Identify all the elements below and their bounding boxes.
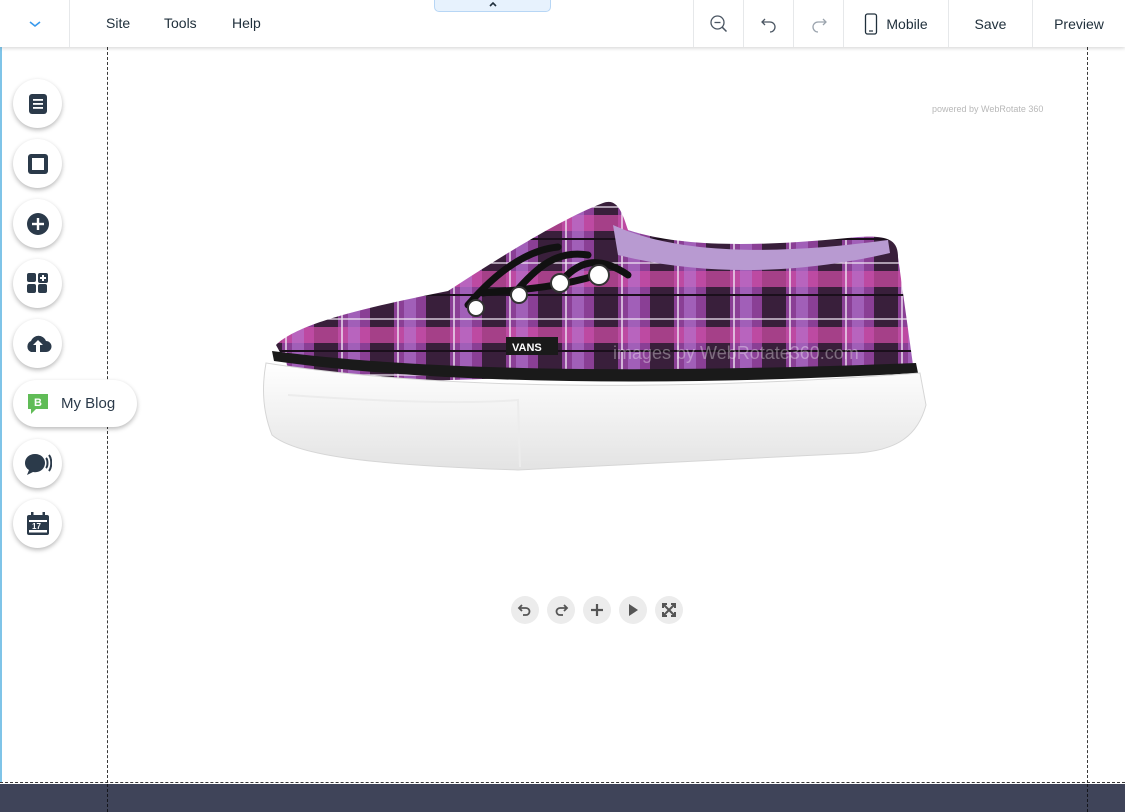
redo-icon bbox=[811, 18, 827, 33]
rotate-right-icon bbox=[555, 604, 569, 616]
upload-cloud-icon bbox=[26, 335, 51, 352]
save-button[interactable]: Save bbox=[948, 0, 1032, 47]
calendar-icon: 17 bbox=[26, 511, 49, 535]
undo-button[interactable] bbox=[743, 0, 793, 47]
chevron-up-icon bbox=[488, 1, 497, 7]
pages-button[interactable] bbox=[13, 79, 62, 128]
preview-button[interactable]: Preview bbox=[1032, 0, 1125, 47]
watermark-text: images by WebRotate360.com bbox=[613, 343, 859, 363]
add-apps-button[interactable] bbox=[13, 259, 62, 308]
footer-section bbox=[0, 784, 1125, 812]
rotate-left-icon bbox=[517, 604, 531, 616]
redo-button[interactable] bbox=[793, 0, 843, 47]
blog-badge-letter: B bbox=[34, 397, 42, 409]
chat-button[interactable] bbox=[13, 439, 62, 488]
zoom-in-icon bbox=[591, 604, 603, 616]
menu-toggle-button[interactable] bbox=[0, 0, 70, 47]
play-icon bbox=[629, 604, 638, 616]
fullscreen-icon bbox=[662, 603, 676, 617]
pages-icon bbox=[28, 93, 47, 114]
rotate-left-button[interactable] bbox=[511, 596, 539, 624]
zoom-in-button[interactable] bbox=[583, 596, 611, 624]
add-apps-icon bbox=[26, 272, 48, 293]
rotate-right-button[interactable] bbox=[547, 596, 575, 624]
editor-top-bar: Site Tools Help Mobile Save Preview bbox=[0, 0, 1125, 47]
svg-text:17: 17 bbox=[32, 522, 41, 531]
zoom-out-button[interactable] bbox=[693, 0, 743, 47]
collapse-topbar-tab[interactable] bbox=[434, 0, 551, 12]
brand-tag: VANS bbox=[512, 342, 542, 354]
right-gridline bbox=[1087, 47, 1088, 783]
product-360-image[interactable]: VANS images by WebRotate360.com bbox=[258, 195, 928, 480]
background-icon bbox=[27, 153, 48, 174]
shoe-illustration: VANS images by WebRotate360.com bbox=[263, 201, 927, 471]
background-button[interactable] bbox=[13, 139, 62, 188]
menu-site[interactable]: Site bbox=[106, 0, 130, 47]
menu-help[interactable]: Help bbox=[232, 0, 261, 47]
add-button[interactable] bbox=[13, 199, 62, 248]
menu-tools[interactable]: Tools bbox=[164, 0, 197, 47]
footer-gridline bbox=[0, 782, 1125, 783]
blog-icon: B bbox=[25, 391, 51, 417]
fullscreen-button[interactable] bbox=[655, 596, 683, 624]
powered-by-text: powered by WebRotate 360 bbox=[932, 104, 1044, 114]
play-button[interactable] bbox=[619, 596, 647, 624]
upload-button[interactable] bbox=[13, 319, 62, 368]
mobile-phone-icon bbox=[865, 12, 878, 35]
mobile-label: Mobile bbox=[886, 15, 928, 32]
mobile-switch-button[interactable]: Mobile bbox=[843, 0, 948, 47]
chat-icon bbox=[24, 453, 52, 475]
my-blog-button[interactable]: B My Blog bbox=[13, 380, 137, 427]
chevron-down-icon bbox=[29, 20, 40, 27]
canvas-left-edge bbox=[0, 47, 2, 783]
zoom-out-icon bbox=[709, 14, 727, 32]
undo-icon bbox=[760, 18, 776, 33]
calendar-button[interactable]: 17 bbox=[13, 499, 62, 548]
add-icon bbox=[26, 212, 49, 235]
my-blog-label: My Blog bbox=[61, 395, 116, 412]
